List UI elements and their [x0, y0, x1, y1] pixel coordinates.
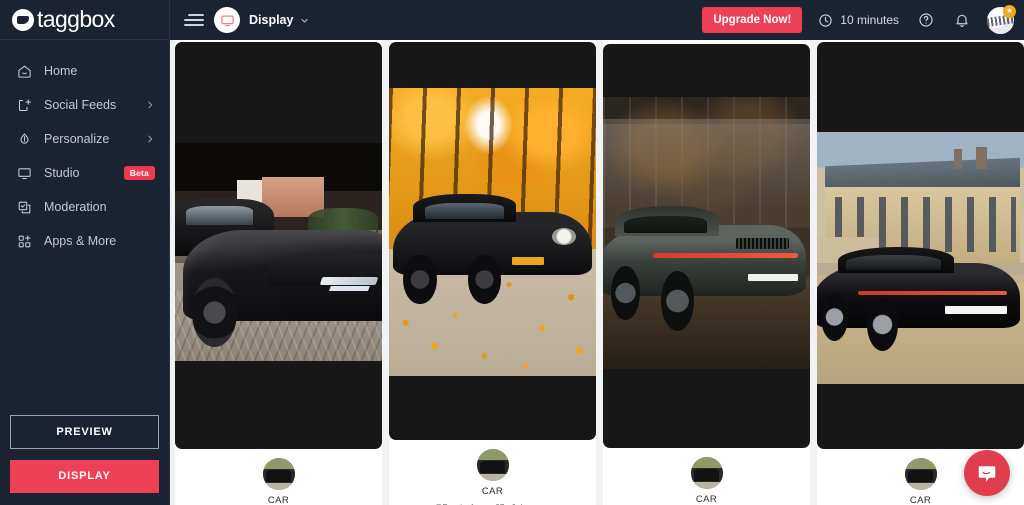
brand[interactable]: taggbox — [0, 0, 169, 40]
display-button[interactable]: DISPLAY — [10, 460, 159, 493]
avatar — [262, 458, 295, 490]
display-label: Display — [249, 13, 294, 27]
home-icon — [16, 63, 32, 79]
author-name: CAR — [481, 486, 504, 497]
sidebar-item-label: Apps & More — [44, 234, 117, 248]
chevron-right-icon — [148, 135, 153, 143]
sidebar-item-label: Social Feeds — [44, 98, 117, 112]
card-image — [817, 131, 1024, 384]
droplet-icon — [16, 131, 32, 147]
monitor-icon — [16, 165, 32, 181]
image-scene — [175, 142, 382, 361]
brand-name: taggbox — [37, 6, 115, 32]
sidebar-item-social-feeds[interactable]: Social Feeds — [0, 88, 169, 122]
sidebar-item-apps-more[interactable]: Apps & More — [0, 224, 169, 258]
help-circle-icon[interactable] — [915, 9, 937, 31]
sidebar-item-label: Personalize — [44, 132, 110, 146]
image-scene — [389, 88, 596, 376]
sidebar-item-label: Home — [44, 64, 78, 78]
card-image — [603, 97, 810, 369]
card-image — [175, 142, 382, 361]
apps-grid-icon — [16, 233, 32, 249]
avatar — [690, 457, 723, 489]
clock-icon — [819, 13, 832, 27]
preview-button[interactable]: PREVIEW — [10, 415, 159, 449]
card-media — [389, 42, 596, 440]
feed-card[interactable]: CAR @Passionforcars07 • 7 days ago — [817, 40, 1024, 505]
image-scene — [603, 97, 810, 369]
sidebar-actions: PREVIEW DISPLAY — [10, 415, 159, 493]
image-scene — [817, 131, 1024, 384]
sidebar-item-studio[interactable]: Studio Beta — [0, 156, 169, 190]
sidebar: taggbox Home Social Feeds Personalize St… — [0, 0, 170, 505]
beta-badge: Beta — [123, 166, 155, 180]
timer-label: 10 minutes — [840, 13, 899, 27]
card-media — [817, 42, 1024, 449]
card-media — [175, 42, 382, 449]
sidebar-item-moderation[interactable]: Moderation — [0, 190, 169, 224]
card-caption: CAR @Passionforcars07 • 7 days ago — [175, 449, 382, 505]
user-avatar[interactable] — [987, 4, 1016, 34]
card-caption: CAR @Passionforcars07 • 6 days ago — [389, 440, 596, 505]
taggbox-logo-icon — [12, 8, 34, 31]
topbar: Display Upgrade Now! 10 minutes — [170, 0, 1024, 40]
author-name: CAR — [267, 495, 290, 505]
chevron-right-icon — [148, 101, 153, 109]
hamburger-icon[interactable] — [184, 13, 204, 27]
app-root: taggbox Home Social Feeds Personalize St… — [0, 0, 1024, 505]
sidebar-item-label: Moderation — [44, 200, 107, 214]
author-name: CAR — [695, 494, 718, 505]
monitor-icon — [214, 7, 240, 33]
sidebar-item-personalize[interactable]: Personalize — [0, 122, 169, 156]
sidebar-item-home[interactable]: Home — [0, 54, 169, 88]
chevron-down-icon — [301, 18, 309, 22]
feed-card[interactable]: CAR @Passionforcars07 • 6 days ago — [389, 40, 596, 505]
avatar — [904, 458, 937, 490]
bell-icon[interactable] — [951, 9, 973, 31]
feed-card[interactable]: CAR @Passionforcars07 • 7 days ago — [603, 40, 810, 505]
card-media — [603, 44, 810, 448]
avatar — [476, 449, 509, 481]
card-image — [389, 88, 596, 376]
feed-card[interactable]: CAR @Passionforcars07 • 7 days ago — [175, 40, 382, 505]
display-selector[interactable]: Display — [214, 7, 309, 33]
intercom-chat-icon[interactable] — [964, 450, 1010, 496]
card-caption: CAR @Passionforcars07 • 7 days ago — [603, 448, 810, 505]
author-name: CAR — [909, 495, 932, 505]
star-badge-icon — [1003, 4, 1016, 18]
sidebar-item-label: Studio — [44, 166, 80, 180]
upgrade-now-button[interactable]: Upgrade Now! — [702, 7, 803, 33]
add-feed-icon — [16, 97, 32, 113]
session-timer[interactable]: 10 minutes — [818, 13, 899, 28]
feed-grid: CAR @Passionforcars07 • 7 days ago — [170, 40, 1024, 505]
sidebar-nav: Home Social Feeds Personalize Studio Bet… — [0, 40, 169, 258]
moderation-icon — [16, 199, 32, 215]
main-area: Display Upgrade Now! 10 minutes ★ CAR CA… — [170, 0, 1024, 505]
